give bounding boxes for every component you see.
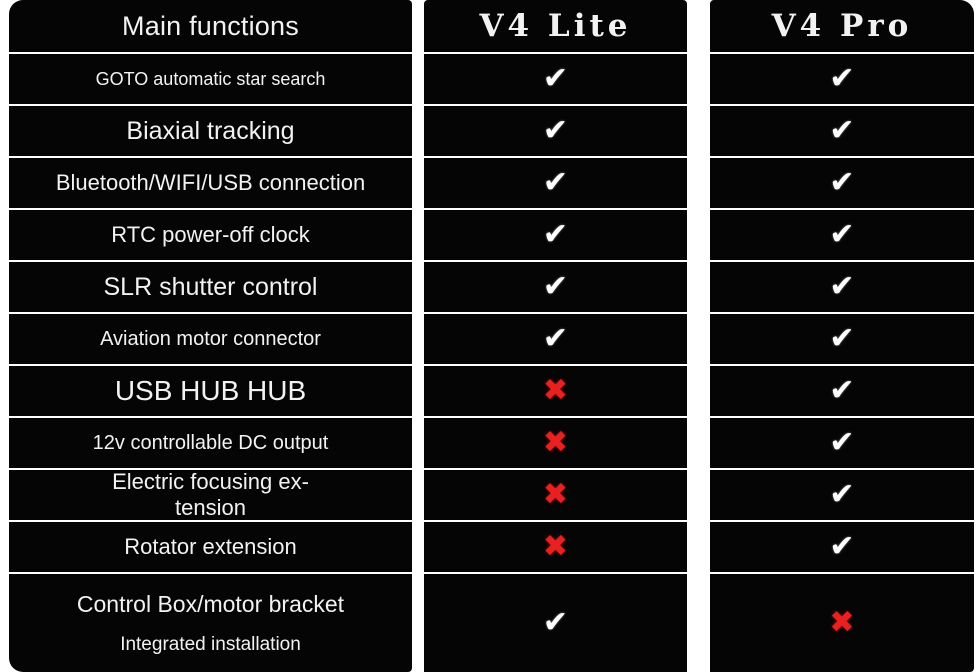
column-header-v4-lite: V4 Lite	[424, 0, 687, 52]
check-icon: ✔	[829, 321, 855, 356]
check-icon: ✔	[829, 165, 855, 200]
check-icon: ✔	[829, 61, 855, 96]
feature-label-biaxial-tracking: Biaxial tracking	[9, 106, 412, 156]
column-gap	[974, 0, 978, 652]
feature-label-aviation-motor-connector: Aviation motor connector	[9, 314, 412, 364]
check-icon: ✔	[542, 217, 569, 252]
features-column: Main functions GOTO automatic star searc…	[9, 0, 412, 672]
column-gap	[412, 0, 424, 652]
check-icon: ✔	[829, 269, 855, 304]
feature-label-rtc-power-off-clock: RTC power-off clock	[9, 210, 412, 260]
table-cell-pro-8: ✔	[710, 470, 974, 520]
table-cell-lite-2: ✔	[424, 158, 687, 208]
table-cell-pro-4: ✔	[710, 262, 974, 312]
check-icon: ✔	[542, 321, 569, 356]
table-cell-lite-10: ✔	[424, 574, 687, 672]
check-icon: ✔	[542, 269, 569, 304]
cross-icon: ✖	[542, 529, 569, 564]
check-icon: ✔	[542, 61, 569, 96]
column-header-main-functions: Main functions	[9, 0, 412, 52]
check-icon: ✔	[829, 477, 855, 512]
check-icon: ✔	[542, 605, 569, 640]
table-cell-pro-7: ✔	[710, 418, 974, 468]
table-cell-lite-7: ✖	[424, 418, 687, 468]
table-cell-pro-0: ✔	[710, 54, 974, 104]
table-cell-lite-0: ✔	[424, 54, 687, 104]
table-cell-lite-9: ✖	[424, 522, 687, 572]
v4-pro-column: V4 Pro ✔ ✔ ✔ ✔ ✔ ✔ ✔ ✔ ✔ ✔ ✖	[710, 0, 974, 672]
check-icon: ✔	[542, 113, 569, 148]
table-cell-pro-1: ✔	[710, 106, 974, 156]
feature-label-bluetooth-wifi-usb-connection: Bluetooth/WIFI/USB connection	[9, 158, 412, 208]
feature-label-rotator-extension: Rotator extension	[9, 522, 412, 572]
table-cell-pro-9: ✔	[710, 522, 974, 572]
table-cell-pro-2: ✔	[710, 158, 974, 208]
table-cell-pro-10: ✖	[710, 574, 974, 672]
feature-label-line-a: Electric focusing ex-	[112, 470, 309, 495]
table-cell-lite-1: ✔	[424, 106, 687, 156]
feature-label-electric-focusing-extension: Electric focusing ex- tension	[9, 470, 412, 520]
feature-label-line-b: tension	[175, 495, 246, 520]
table-cell-lite-3: ✔	[424, 210, 687, 260]
table-cell-lite-6: ✖	[424, 366, 687, 416]
feature-label-goto-automatic-star-search: GOTO automatic star search	[9, 54, 412, 104]
table-cell-pro-5: ✔	[710, 314, 974, 364]
feature-label-control-box-motor-bracket: Control Box/motor bracket Integrated ins…	[9, 574, 412, 672]
column-header-v4-pro: V4 Pro	[710, 0, 974, 52]
cross-icon: ✖	[542, 425, 569, 460]
check-icon: ✔	[829, 373, 855, 408]
table-cell-lite-8: ✖	[424, 470, 687, 520]
feature-label-12v-controllable-dc-output: 12v controllable DC output	[9, 418, 412, 468]
cross-icon: ✖	[829, 605, 855, 640]
table-cell-pro-6: ✔	[710, 366, 974, 416]
feature-label-slr-shutter-control: SLR shutter control	[9, 262, 412, 312]
table-cell-lite-5: ✔	[424, 314, 687, 364]
check-icon: ✔	[829, 529, 855, 564]
check-icon: ✔	[829, 217, 855, 252]
table-cell-pro-3: ✔	[710, 210, 974, 260]
check-icon: ✔	[829, 113, 855, 148]
table-cell-lite-4: ✔	[424, 262, 687, 312]
cross-icon: ✖	[542, 373, 569, 408]
feature-label-usb-hub-hub: USB HUB HUB	[9, 366, 412, 416]
feature-comparison-table: Main functions GOTO automatic star searc…	[0, 0, 978, 672]
feature-label-line-b: Integrated installation	[120, 633, 301, 655]
v4-lite-column: V4 Lite ✔ ✔ ✔ ✔ ✔ ✔ ✖ ✖ ✖ ✖ ✔	[424, 0, 687, 672]
column-gap	[687, 0, 710, 652]
feature-label-line-a: Control Box/motor bracket	[76, 590, 345, 617]
cross-icon: ✖	[542, 477, 569, 512]
check-icon: ✔	[542, 165, 569, 200]
check-icon: ✔	[829, 425, 855, 460]
